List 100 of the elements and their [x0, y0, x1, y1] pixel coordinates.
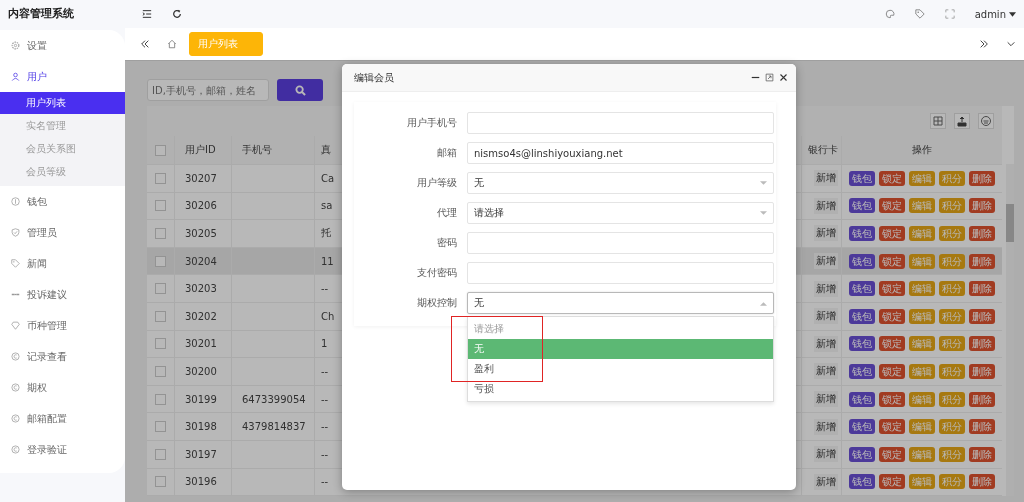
action-button[interactable]: 删除	[969, 419, 995, 435]
action-button[interactable]: 锁定	[879, 281, 905, 297]
action-button[interactable]: 编辑	[909, 336, 935, 352]
checkbox[interactable]	[155, 448, 166, 460]
checkbox[interactable]	[155, 228, 166, 239]
checkbox[interactable]	[155, 255, 166, 267]
fullscreen-icon[interactable]	[944, 9, 955, 19]
dropdown-option[interactable]: 盈利	[468, 359, 773, 379]
action-button[interactable]: 编辑	[909, 419, 935, 435]
action-button[interactable]: 钱包	[849, 226, 875, 241]
action-button[interactable]: 删除	[969, 446, 995, 462]
action-button[interactable]: 钱包	[849, 198, 875, 214]
add-button[interactable]: 新增	[814, 280, 838, 297]
action-button[interactable]: 积分	[939, 253, 965, 269]
sidebar-item[interactable]: 邮箱配置	[0, 403, 125, 434]
action-button[interactable]: 编辑	[909, 226, 935, 241]
select-field[interactable]: 无	[467, 172, 774, 194]
double-chevron-right-icon[interactable]	[979, 39, 989, 49]
action-button[interactable]: 锁定	[879, 363, 905, 379]
export-icon[interactable]	[954, 113, 970, 129]
action-button[interactable]: 钱包	[849, 336, 875, 352]
action-button[interactable]: 编辑	[909, 391, 935, 407]
sidebar-item[interactable]: 用户	[0, 61, 125, 92]
search-button[interactable]	[277, 79, 323, 101]
action-button[interactable]: 钱包	[849, 474, 875, 490]
action-button[interactable]: 钱包	[849, 281, 875, 297]
add-button[interactable]: 新增	[814, 253, 838, 270]
submenu-item[interactable]: 用户列表	[0, 92, 125, 114]
action-button[interactable]: 锁定	[879, 170, 905, 186]
add-button[interactable]: 新增	[814, 170, 838, 187]
action-button[interactable]: 编辑	[909, 446, 935, 462]
action-button[interactable]: 编辑	[909, 253, 935, 269]
input-field[interactable]	[467, 112, 774, 134]
sidebar-item[interactable]: 投诉建议	[0, 279, 125, 310]
action-button[interactable]: 锁定	[879, 308, 905, 324]
submenu-item[interactable]: 实名管理	[0, 115, 125, 137]
sidebar-item[interactable]: 登录验证	[0, 434, 125, 465]
action-button[interactable]: 积分	[939, 226, 965, 241]
sidebar-item[interactable]: 设置	[0, 30, 125, 61]
action-button[interactable]: 锁定	[879, 446, 905, 462]
select-field[interactable]: 无	[467, 292, 774, 314]
select-field[interactable]: 请选择	[467, 202, 774, 224]
checkbox[interactable]	[155, 172, 166, 184]
dropdown-option[interactable]: 请选择	[468, 319, 773, 339]
action-button[interactable]: 删除	[969, 253, 995, 269]
action-button[interactable]: 编辑	[909, 474, 935, 490]
action-button[interactable]: 积分	[939, 474, 965, 490]
search-field[interactable]: ID,手机号，邮箱，姓名	[147, 79, 269, 101]
user-menu[interactable]: admin	[974, 8, 1006, 20]
add-button[interactable]: 新增	[814, 446, 838, 463]
action-button[interactable]: 删除	[969, 391, 995, 407]
add-button[interactable]: 新增	[814, 391, 838, 408]
home-icon[interactable]	[167, 39, 177, 49]
action-button[interactable]: 钱包	[849, 363, 875, 379]
sidebar-item[interactable]: 记录查看	[0, 341, 125, 372]
checkbox[interactable]	[155, 476, 166, 488]
action-button[interactable]: 积分	[939, 363, 965, 379]
action-button[interactable]: 锁定	[879, 198, 905, 214]
action-button[interactable]: 积分	[939, 446, 965, 462]
checkbox[interactable]	[155, 144, 166, 156]
action-button[interactable]: 积分	[939, 308, 965, 324]
action-button[interactable]: 锁定	[879, 253, 905, 269]
action-button[interactable]: 编辑	[909, 308, 935, 324]
input-field[interactable]: nismso4s@linshiyouxiang.net	[467, 142, 774, 164]
action-button[interactable]: 删除	[969, 198, 995, 214]
chevron-down-icon[interactable]	[1006, 39, 1016, 49]
add-button[interactable]: 新增	[814, 363, 838, 380]
action-button[interactable]: 积分	[939, 281, 965, 297]
sidebar-item[interactable]: 期权	[0, 372, 125, 403]
add-button[interactable]: 新增	[814, 473, 838, 490]
sidebar-item[interactable]: 钱包	[0, 186, 125, 217]
action-button[interactable]: 积分	[939, 336, 965, 352]
action-button[interactable]: 编辑	[909, 198, 935, 214]
action-button[interactable]: 删除	[969, 226, 995, 241]
add-button[interactable]: 新增	[814, 197, 838, 214]
action-button[interactable]: 锁定	[879, 474, 905, 490]
submenu-item[interactable]: 会员关系图	[0, 138, 125, 160]
tag-icon[interactable]	[914, 9, 925, 19]
action-button[interactable]: 锁定	[879, 391, 905, 407]
scrollbar-thumb[interactable]	[1006, 204, 1014, 242]
checkbox[interactable]	[155, 338, 166, 350]
add-button[interactable]: 新增	[814, 418, 838, 435]
add-button[interactable]: 新增	[814, 225, 838, 242]
action-button[interactable]: 删除	[969, 281, 995, 297]
action-button[interactable]: 积分	[939, 391, 965, 407]
action-button[interactable]: 锁定	[879, 226, 905, 241]
caret-icon[interactable]	[1009, 11, 1016, 17]
action-button[interactable]: 积分	[939, 170, 965, 186]
submenu-item[interactable]: 会员等级	[0, 161, 125, 183]
maximize-icon[interactable]	[765, 73, 774, 82]
dropdown-option[interactable]: 亏损	[468, 379, 773, 399]
action-button[interactable]: 编辑	[909, 363, 935, 379]
checkbox[interactable]	[155, 200, 166, 212]
checkbox[interactable]	[155, 393, 166, 405]
checkbox[interactable]	[155, 365, 166, 377]
action-button[interactable]: 删除	[969, 474, 995, 490]
sidebar-item[interactable]: 币种管理	[0, 310, 125, 341]
action-button[interactable]: 删除	[969, 170, 995, 186]
dropdown-option[interactable]: 无	[468, 339, 773, 359]
action-button[interactable]: 钱包	[849, 419, 875, 435]
